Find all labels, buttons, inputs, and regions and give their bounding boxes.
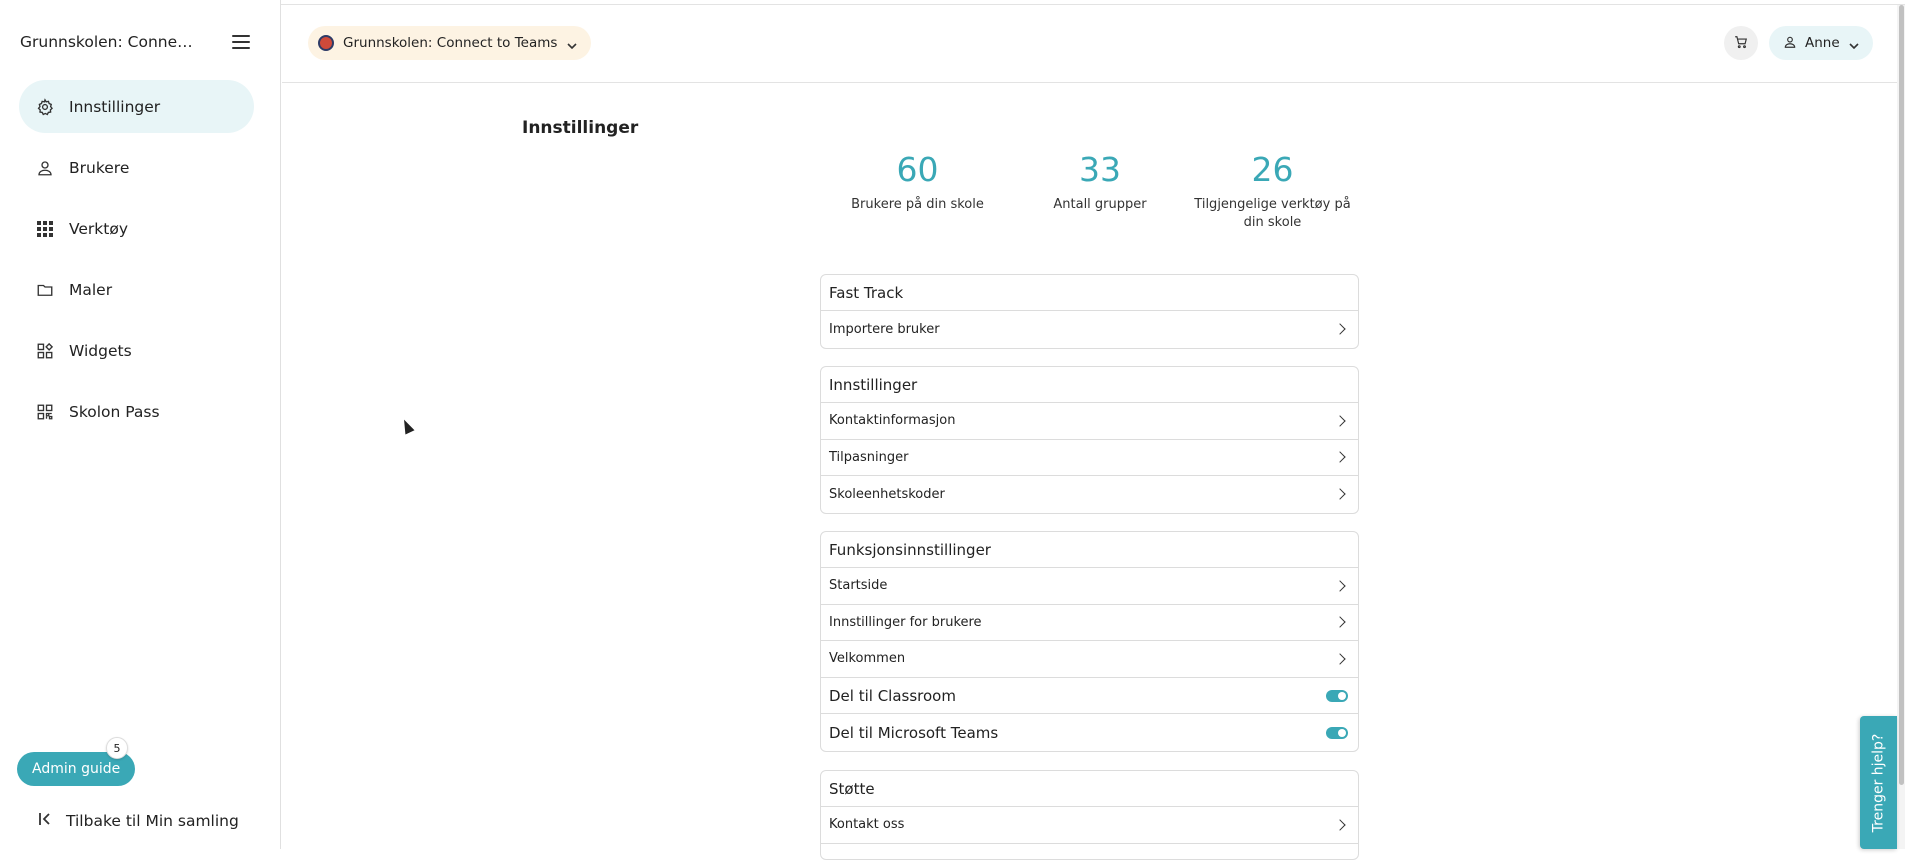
sidebar-item-label: Innstillinger bbox=[69, 97, 161, 116]
classroom-toggle[interactable] bbox=[1326, 689, 1348, 702]
mouse-cursor-icon bbox=[399, 417, 415, 435]
top-header: Grunnskolen: Connect to Teams Anne bbox=[282, 5, 1899, 83]
sidebar-item-innstillinger[interactable]: Innstillinger bbox=[19, 80, 254, 133]
card-fast-track: Fast Track Importere bruker bbox=[820, 274, 1359, 349]
stat-value: 33 bbox=[1079, 150, 1121, 189]
chevron-right-icon bbox=[1334, 488, 1346, 501]
row-innstillinger-for-brukere[interactable]: Innstillinger for brukere bbox=[821, 605, 1358, 642]
row-label: Del til Microsoft Teams bbox=[829, 723, 999, 742]
cart-button[interactable] bbox=[1724, 26, 1758, 60]
stat-value: 26 bbox=[1251, 150, 1294, 189]
person-icon bbox=[1783, 34, 1797, 53]
row-del-til-classroom: Del til Classroom bbox=[821, 678, 1358, 715]
sidebar-item-verktoy[interactable]: Verktøy bbox=[19, 202, 254, 255]
user-name: Anne bbox=[1805, 35, 1840, 51]
back-link-label: Tilbake til Min samling bbox=[66, 811, 239, 830]
help-tab-label: Trenger hjelp? bbox=[1870, 733, 1887, 832]
chevron-right-icon bbox=[1334, 616, 1346, 629]
chevron-right-icon bbox=[1334, 819, 1346, 831]
sidebar-item-widgets[interactable]: Widgets bbox=[19, 324, 254, 377]
row-velkommen[interactable]: Velkommen bbox=[821, 641, 1358, 678]
cart-icon bbox=[1734, 34, 1748, 53]
row-tilpasninger[interactable]: Tilpasninger bbox=[821, 440, 1358, 477]
widgets-icon bbox=[35, 341, 55, 361]
menu-icon[interactable] bbox=[232, 35, 250, 49]
chevron-right-icon bbox=[1334, 415, 1346, 427]
card-title: Innstillinger bbox=[821, 367, 1358, 403]
row-label: Skoleenhetskoder bbox=[829, 486, 945, 502]
row-skoleenhetskoder[interactable]: Skoleenhetskoder bbox=[821, 476, 1358, 513]
school-selector[interactable]: Grunnskolen: Connect to Teams bbox=[308, 26, 592, 60]
teams-toggle[interactable] bbox=[1326, 726, 1348, 739]
row-del-til-microsoft-teams: Del til Microsoft Teams bbox=[821, 714, 1358, 751]
row-importere-bruker[interactable]: Importere bruker bbox=[821, 311, 1358, 348]
sidebar-item-brukere[interactable]: Brukere bbox=[19, 141, 254, 194]
user-menu-button[interactable]: Anne bbox=[1769, 26, 1873, 60]
sidebar-header: Grunnskolen: Connect t... bbox=[20, 30, 250, 54]
stat-label: Brukere på din skole bbox=[851, 197, 984, 213]
row-kontaktinformasjon[interactable]: Kontaktinformasjon bbox=[821, 403, 1358, 440]
sidebar-item-label: Brukere bbox=[69, 158, 130, 177]
sidebar: Grunnskolen: Connect t... Innstillinger … bbox=[0, 0, 281, 849]
row-label: Del til Classroom bbox=[829, 686, 956, 705]
help-tab[interactable]: Trenger hjelp? bbox=[1860, 716, 1897, 849]
sidebar-item-label: Skolon Pass bbox=[69, 402, 160, 421]
stat-tools: 26 Tilgjengelige verktøy på din skole bbox=[1185, 150, 1360, 233]
card-funksjonsinnstillinger: Funksjonsinnstillinger Startside Innstil… bbox=[820, 531, 1359, 752]
chevron-right-icon bbox=[1334, 451, 1346, 464]
row-startside[interactable]: Startside bbox=[821, 568, 1358, 605]
admin-guide-badge: 5 bbox=[106, 737, 128, 759]
stat-groups: 33 Antall grupper bbox=[1015, 150, 1185, 233]
sidebar-nav: Innstillinger Brukere Verktøy Maler Widg… bbox=[19, 80, 254, 446]
chevron-right-icon bbox=[1334, 323, 1346, 335]
school-name: Grunnskolen: Connect to Teams bbox=[343, 35, 558, 51]
sidebar-item-label: Widgets bbox=[69, 341, 132, 360]
stat-value: 60 bbox=[896, 150, 939, 189]
chevron-down-icon bbox=[1849, 34, 1859, 53]
card-title: Støtte bbox=[821, 771, 1358, 807]
back-to-collection-link[interactable]: Tilbake til Min samling bbox=[38, 811, 239, 830]
sidebar-item-label: Verktøy bbox=[69, 219, 129, 238]
row-label: Innstillinger for brukere bbox=[829, 614, 982, 630]
sidebar-item-maler[interactable]: Maler bbox=[19, 263, 254, 316]
page-title: Innstillinger bbox=[522, 118, 639, 138]
stat-label: Tilgjengelige verktøy på din skole bbox=[1194, 197, 1351, 231]
school-logo-icon bbox=[318, 35, 334, 51]
sidebar-item-label: Maler bbox=[69, 280, 113, 299]
stat-users: 60 Brukere på din skole bbox=[820, 150, 1015, 233]
row-kontakt-oss[interactable]: Kontakt oss bbox=[821, 807, 1358, 844]
folder-icon bbox=[35, 280, 55, 300]
apps-grid-icon bbox=[35, 219, 55, 239]
row-label: Velkommen bbox=[829, 651, 906, 667]
chevron-down-icon bbox=[567, 34, 578, 53]
gear-icon bbox=[35, 97, 55, 117]
row-label: Startside bbox=[829, 578, 888, 594]
collapse-left-icon bbox=[38, 811, 52, 830]
scrollbar-thumb[interactable] bbox=[1899, 5, 1904, 785]
stats-row: 60 Brukere på din skole 33 Antall gruppe… bbox=[820, 150, 1360, 233]
sidebar-item-skolon-pass[interactable]: Skolon Pass bbox=[19, 385, 254, 438]
stat-label: Antall grupper bbox=[1053, 197, 1147, 213]
card-title: Fast Track bbox=[821, 275, 1358, 311]
row-label: Tilpasninger bbox=[829, 449, 909, 465]
chevron-right-icon bbox=[1334, 653, 1346, 665]
row-label: Importere bruker bbox=[829, 321, 940, 337]
row-label: Kontakt oss bbox=[829, 817, 905, 833]
card-innstillinger: Innstillinger Kontaktinformasjon Tilpasn… bbox=[820, 366, 1359, 514]
person-icon bbox=[35, 158, 55, 178]
sidebar-title: Grunnskolen: Connect t... bbox=[20, 33, 200, 51]
row-label: Kontaktinformasjon bbox=[829, 413, 956, 429]
card-title: Funksjonsinnstillinger bbox=[821, 532, 1358, 568]
qr-code-icon bbox=[35, 402, 55, 422]
chevron-right-icon bbox=[1334, 580, 1346, 592]
card-stotte: Støtte Kontakt oss bbox=[820, 770, 1359, 860]
